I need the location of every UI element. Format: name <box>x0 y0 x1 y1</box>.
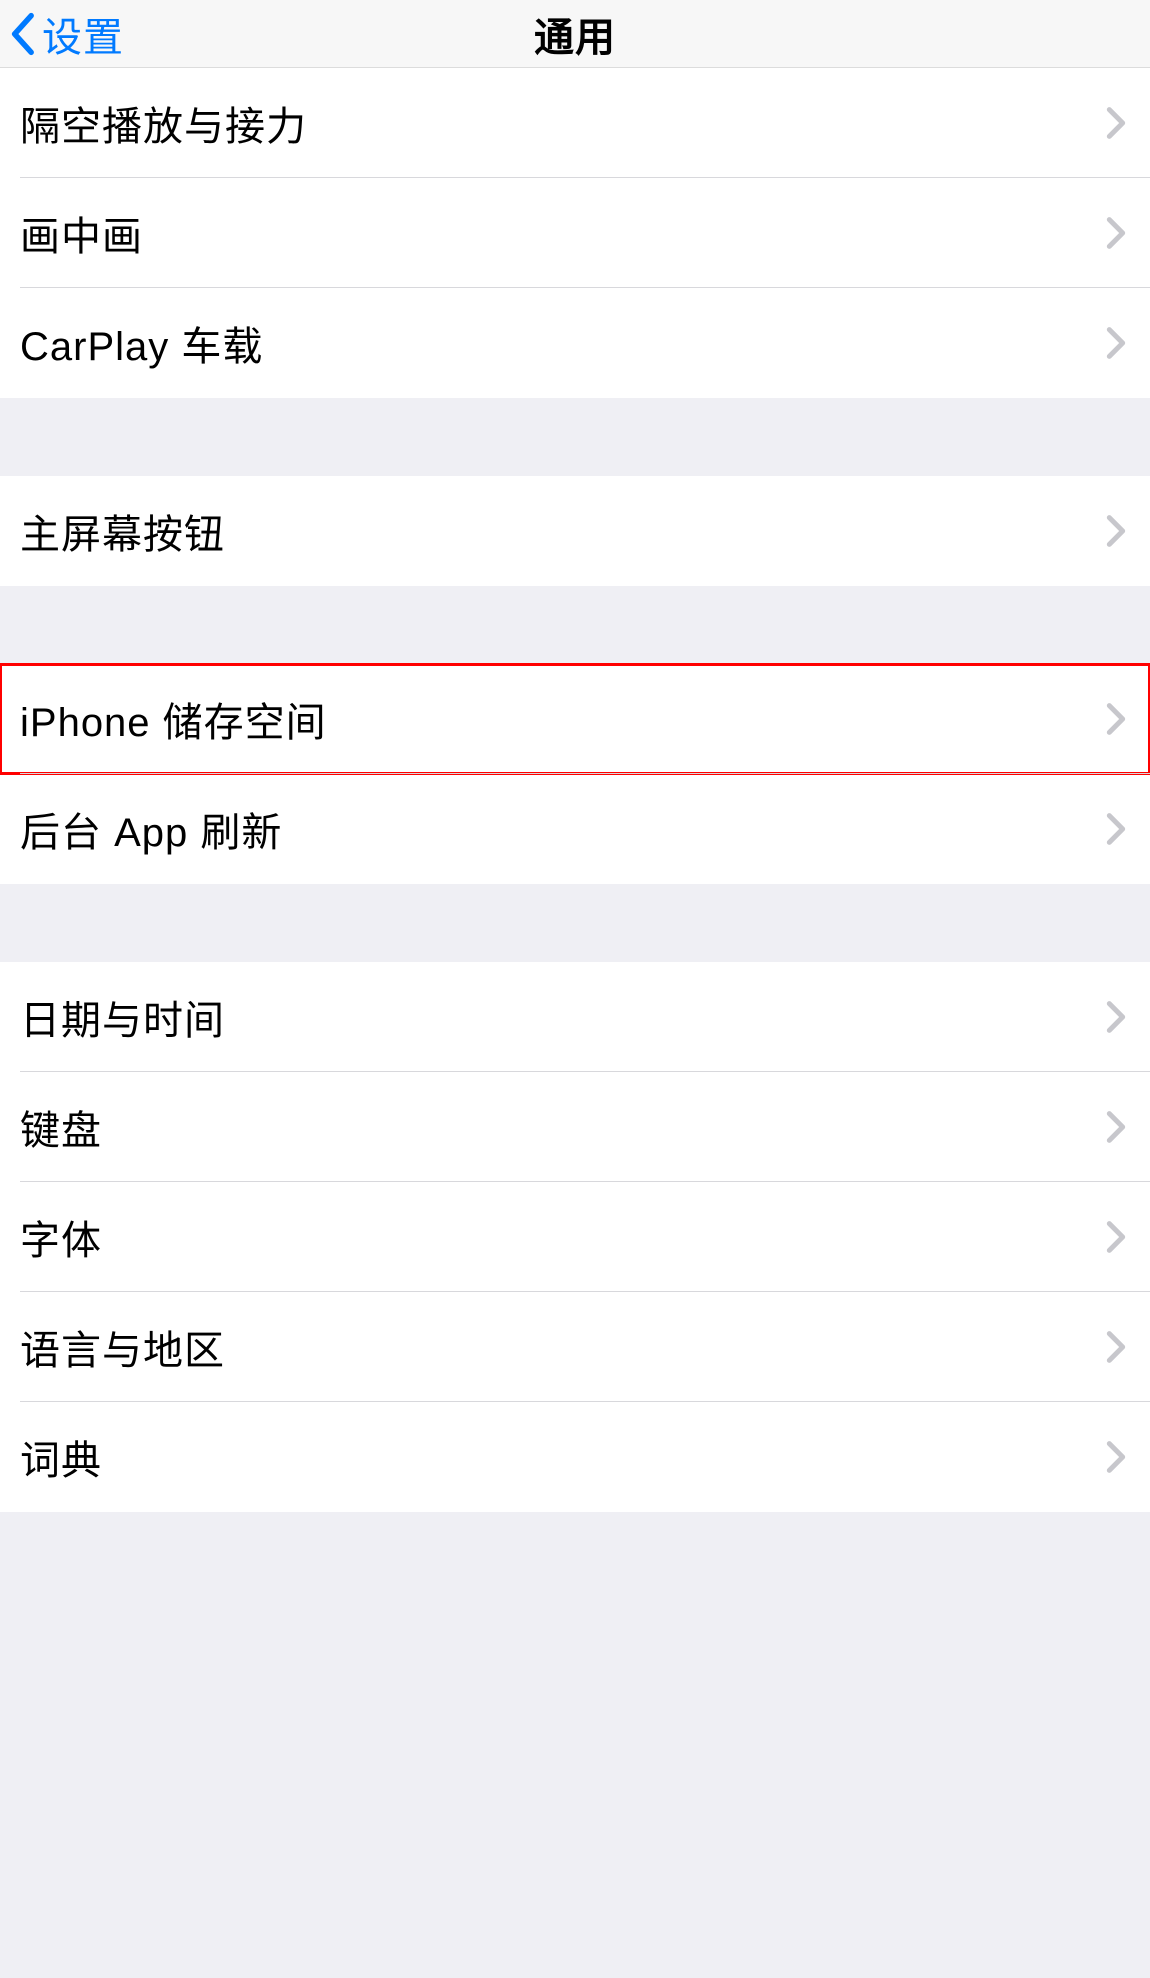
settings-group: 隔空播放与接力画中画 CarPlay 车载 <box>0 68 1150 398</box>
group-spacer <box>0 586 1150 664</box>
chevron-right-icon <box>1106 1440 1126 1474</box>
row-label: iPhone 储存空间 <box>20 690 327 748</box>
chevron-right-icon <box>1106 1330 1126 1364</box>
back-button[interactable]: 设置 <box>0 5 124 63</box>
settings-row-background-app-refresh[interactable]: 后台 App 刷新 <box>0 774 1150 884</box>
row-label: 隔空播放与接力 <box>20 94 307 152</box>
chevron-right-icon <box>1106 812 1126 846</box>
settings-row-pip[interactable]: 画中画 <box>0 178 1150 288</box>
settings-row-iphone-storage[interactable]: iPhone 储存空间 <box>0 664 1150 774</box>
settings-group: 日期与时间键盘字体语言与地区词典 <box>0 962 1150 1512</box>
row-label: 语言与地区 <box>20 1318 225 1376</box>
row-label: 词典 <box>20 1428 102 1486</box>
settings-row-fonts[interactable]: 字体 <box>0 1182 1150 1292</box>
back-label: 设置 <box>42 5 124 63</box>
chevron-right-icon <box>1106 1000 1126 1034</box>
settings-group: iPhone 储存空间后台 App 刷新 <box>0 664 1150 884</box>
settings-row-keyboard[interactable]: 键盘 <box>0 1072 1150 1182</box>
row-label: 主屏幕按钮 <box>20 502 225 560</box>
row-label: 键盘 <box>20 1098 102 1156</box>
row-label: CarPlay 车载 <box>20 314 263 372</box>
chevron-right-icon <box>1106 702 1126 736</box>
settings-row-date-time[interactable]: 日期与时间 <box>0 962 1150 1072</box>
navbar: 设置 通用 <box>0 0 1150 68</box>
settings-row-carplay[interactable]: CarPlay 车载 <box>0 288 1150 398</box>
settings-row-airplay-handoff[interactable]: 隔空播放与接力 <box>0 68 1150 178</box>
chevron-right-icon <box>1106 326 1126 360</box>
chevron-left-icon <box>8 12 36 56</box>
chevron-right-icon <box>1106 106 1126 140</box>
row-label: 日期与时间 <box>20 988 225 1046</box>
row-label: 后台 App 刷新 <box>20 800 282 858</box>
row-label: 字体 <box>20 1208 102 1266</box>
chevron-right-icon <box>1106 1110 1126 1144</box>
settings-row-dictionary[interactable]: 词典 <box>0 1402 1150 1512</box>
settings-group: 主屏幕按钮 <box>0 476 1150 586</box>
settings-row-language-region[interactable]: 语言与地区 <box>0 1292 1150 1402</box>
group-spacer <box>0 398 1150 476</box>
settings-row-home-button[interactable]: 主屏幕按钮 <box>0 476 1150 586</box>
row-label: 画中画 <box>20 204 143 262</box>
group-spacer <box>0 884 1150 962</box>
chevron-right-icon <box>1106 216 1126 250</box>
page-title: 通用 <box>534 5 616 63</box>
separator <box>20 773 1150 774</box>
chevron-right-icon <box>1106 514 1126 548</box>
chevron-right-icon <box>1106 1220 1126 1254</box>
